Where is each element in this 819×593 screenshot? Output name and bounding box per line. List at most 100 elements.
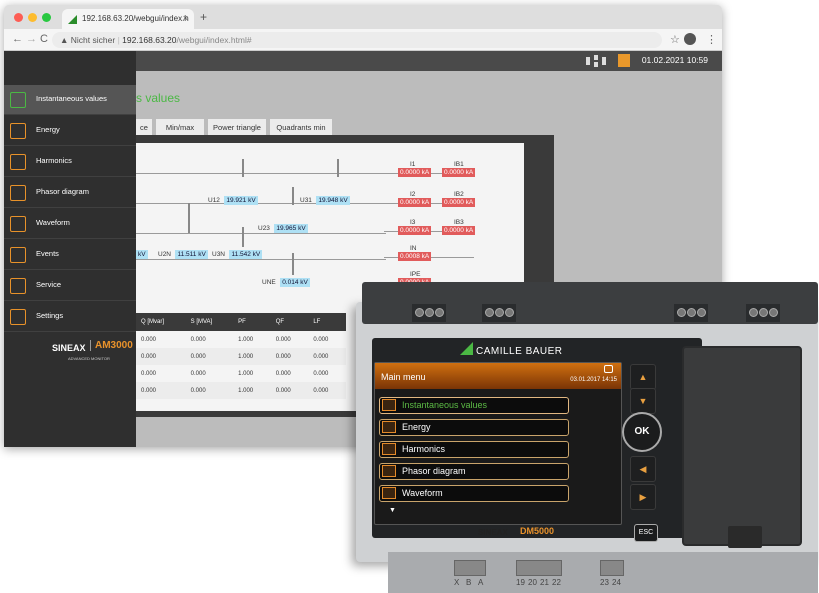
voltage-value: 11.542 kV	[229, 250, 263, 259]
device-model: DM5000	[520, 526, 555, 536]
minimize-window-button[interactable]	[28, 13, 37, 22]
phasor-icon	[382, 465, 396, 477]
terminal-block	[600, 560, 624, 576]
current-value: 0.0000 kA	[442, 226, 476, 235]
manufacturer-name: CAMILLE BAUER	[476, 346, 563, 357]
energy-meter-icon	[382, 421, 396, 433]
terminal-label: 21	[540, 578, 549, 587]
terminal-label: 19	[516, 578, 525, 587]
menu-item-energy[interactable]: Energy	[379, 419, 569, 436]
tab-quadrants-min[interactable]: Quadrants min	[270, 119, 332, 135]
sidebar-item-harmonics[interactable]: Harmonics	[4, 147, 136, 177]
voltage-value: 19.965 kV	[274, 224, 308, 233]
column-header: QF	[270, 313, 309, 331]
tab-1[interactable]: ce	[136, 119, 152, 135]
connector	[242, 159, 244, 177]
tab-close-icon[interactable]: ×	[183, 13, 188, 23]
address-bar[interactable]: ▲ Nicht sicher | 192.168.63.20/webgui/in…	[52, 32, 662, 48]
waveform-icon	[10, 216, 26, 232]
voltage-u3n: U3N 11.542 kV	[212, 250, 263, 259]
up-button[interactable]: ▲	[630, 364, 656, 390]
voltage-une: UNE 0.014 kV	[262, 278, 310, 287]
close-window-button[interactable]	[14, 13, 23, 22]
menu-dots-icon[interactable]: ⋮	[706, 33, 717, 46]
table-row: 0.000 0.000 1.000 0.000 0.000	[141, 370, 329, 377]
tab-min-max[interactable]: Min/max	[156, 119, 204, 135]
sidebar-item-label: Events	[36, 249, 59, 258]
url-path: /webgui/index.html#	[176, 35, 252, 45]
sidebar-item-phasor-diagram[interactable]: Phasor diagram	[4, 178, 136, 208]
display-datetime: 03.01.2017 14:15	[570, 377, 617, 383]
bar-chart-icon	[10, 154, 26, 170]
lock-icon	[604, 365, 613, 373]
sidebar-item-label: Energy	[36, 125, 60, 134]
browser-tab[interactable]: 192.168.63.20/webgui/index.h ×	[62, 9, 194, 29]
esc-button[interactable]: ESC	[634, 524, 658, 542]
cover-latch[interactable]	[728, 526, 762, 548]
terminal-block	[746, 304, 780, 322]
address-toolbar: ← → C ▲ Nicht sicher | 192.168.63.20/web…	[4, 29, 722, 51]
terminal-block	[454, 560, 486, 576]
column-header: PF	[233, 313, 271, 331]
back-icon[interactable]: ←	[12, 33, 23, 45]
left-button[interactable]: ◀	[630, 456, 656, 482]
terminal-label: X	[454, 578, 460, 587]
line-l1	[136, 173, 386, 174]
voltage-u31: U31 19.948 kV	[300, 196, 350, 205]
forward-icon[interactable]: →	[26, 33, 37, 45]
security-warning: Nicht sicher	[70, 35, 116, 45]
tab-title: 192.168.63.20/webgui/index.h	[82, 14, 189, 23]
terminal-block	[482, 304, 516, 322]
bookmark-star-icon[interactable]: ☆	[670, 33, 680, 46]
terminal-label: 22	[552, 578, 561, 587]
menu-item-waveform[interactable]: Waveform	[379, 485, 569, 502]
terminal-cover[interactable]	[682, 346, 802, 548]
new-tab-button[interactable]: +	[200, 10, 207, 24]
sidebar-item-events[interactable]: Events	[4, 240, 136, 270]
tab-power-triangle[interactable]: Power triangle	[208, 119, 266, 135]
menu-item-instantaneous-values[interactable]: Instantaneous values	[379, 397, 569, 414]
favicon-icon	[68, 15, 77, 24]
energy-meter-icon	[10, 123, 26, 139]
sidebar-item-label: Harmonics	[36, 156, 72, 165]
user-icon[interactable]	[618, 54, 630, 67]
table-row: 0.000 0.000 1.000 0.000 0.000	[136, 382, 346, 399]
maximize-window-button[interactable]	[42, 13, 51, 22]
sidebar-item-energy[interactable]: Energy	[4, 116, 136, 146]
voltage-u23: U23 19.965 kV	[258, 224, 308, 233]
current-value: 0.0000 kA	[442, 198, 476, 207]
menu-item-phasor-diagram[interactable]: Phasor diagram	[379, 463, 569, 480]
url-host: 192.168.63.20	[122, 35, 177, 45]
profile-icon[interactable]	[684, 33, 696, 45]
network-icon[interactable]	[586, 55, 606, 67]
voltage-u2n: U2N 11.511 kV	[158, 250, 208, 259]
phasor-icon	[10, 185, 26, 201]
voltage-value: kV	[136, 250, 148, 259]
warning-icon: ▲	[60, 35, 71, 45]
sidebar-item-instantaneous-values[interactable]: Instantaneous values	[4, 85, 136, 115]
measurement-device: CAMILLE BAUER Main menu 03.01.2017 14:15…	[348, 282, 818, 593]
down-button[interactable]: ▼	[630, 388, 656, 414]
device-display: Main menu 03.01.2017 14:15 Instantaneous…	[374, 362, 622, 525]
sidebar-item-label: Service	[36, 280, 62, 289]
table-row: 0.000 0.000 1.000 0.000 0.000	[136, 348, 346, 365]
current-i3: I3 0.0000 kA	[398, 219, 432, 235]
sidebar-item-settings[interactable]: Settings	[4, 302, 136, 332]
right-button[interactable]: ▶	[630, 484, 656, 510]
voltage-value: 19.921 kV	[224, 196, 258, 205]
menu-item-harmonics[interactable]: Harmonics	[379, 441, 569, 458]
reload-icon[interactable]: C	[40, 33, 48, 45]
display-header: Main menu 03.01.2017 14:15	[375, 363, 621, 389]
terminal-block	[674, 304, 708, 322]
column-header: LF	[308, 313, 346, 331]
connector	[292, 187, 294, 205]
voltage-value: 0.014 kV	[280, 278, 310, 287]
voltage-value: 19.948 kV	[316, 196, 350, 205]
sidebar-item-label: Waveform	[36, 218, 70, 227]
bar-chart-icon	[382, 443, 396, 455]
terminal-label: 23	[600, 578, 609, 587]
sidebar-item-waveform[interactable]: Waveform	[4, 209, 136, 239]
sidebar-item-service[interactable]: Service	[4, 271, 136, 301]
ok-button[interactable]: OK	[622, 412, 662, 452]
sidebar-item-label: Instantaneous values	[36, 94, 107, 103]
